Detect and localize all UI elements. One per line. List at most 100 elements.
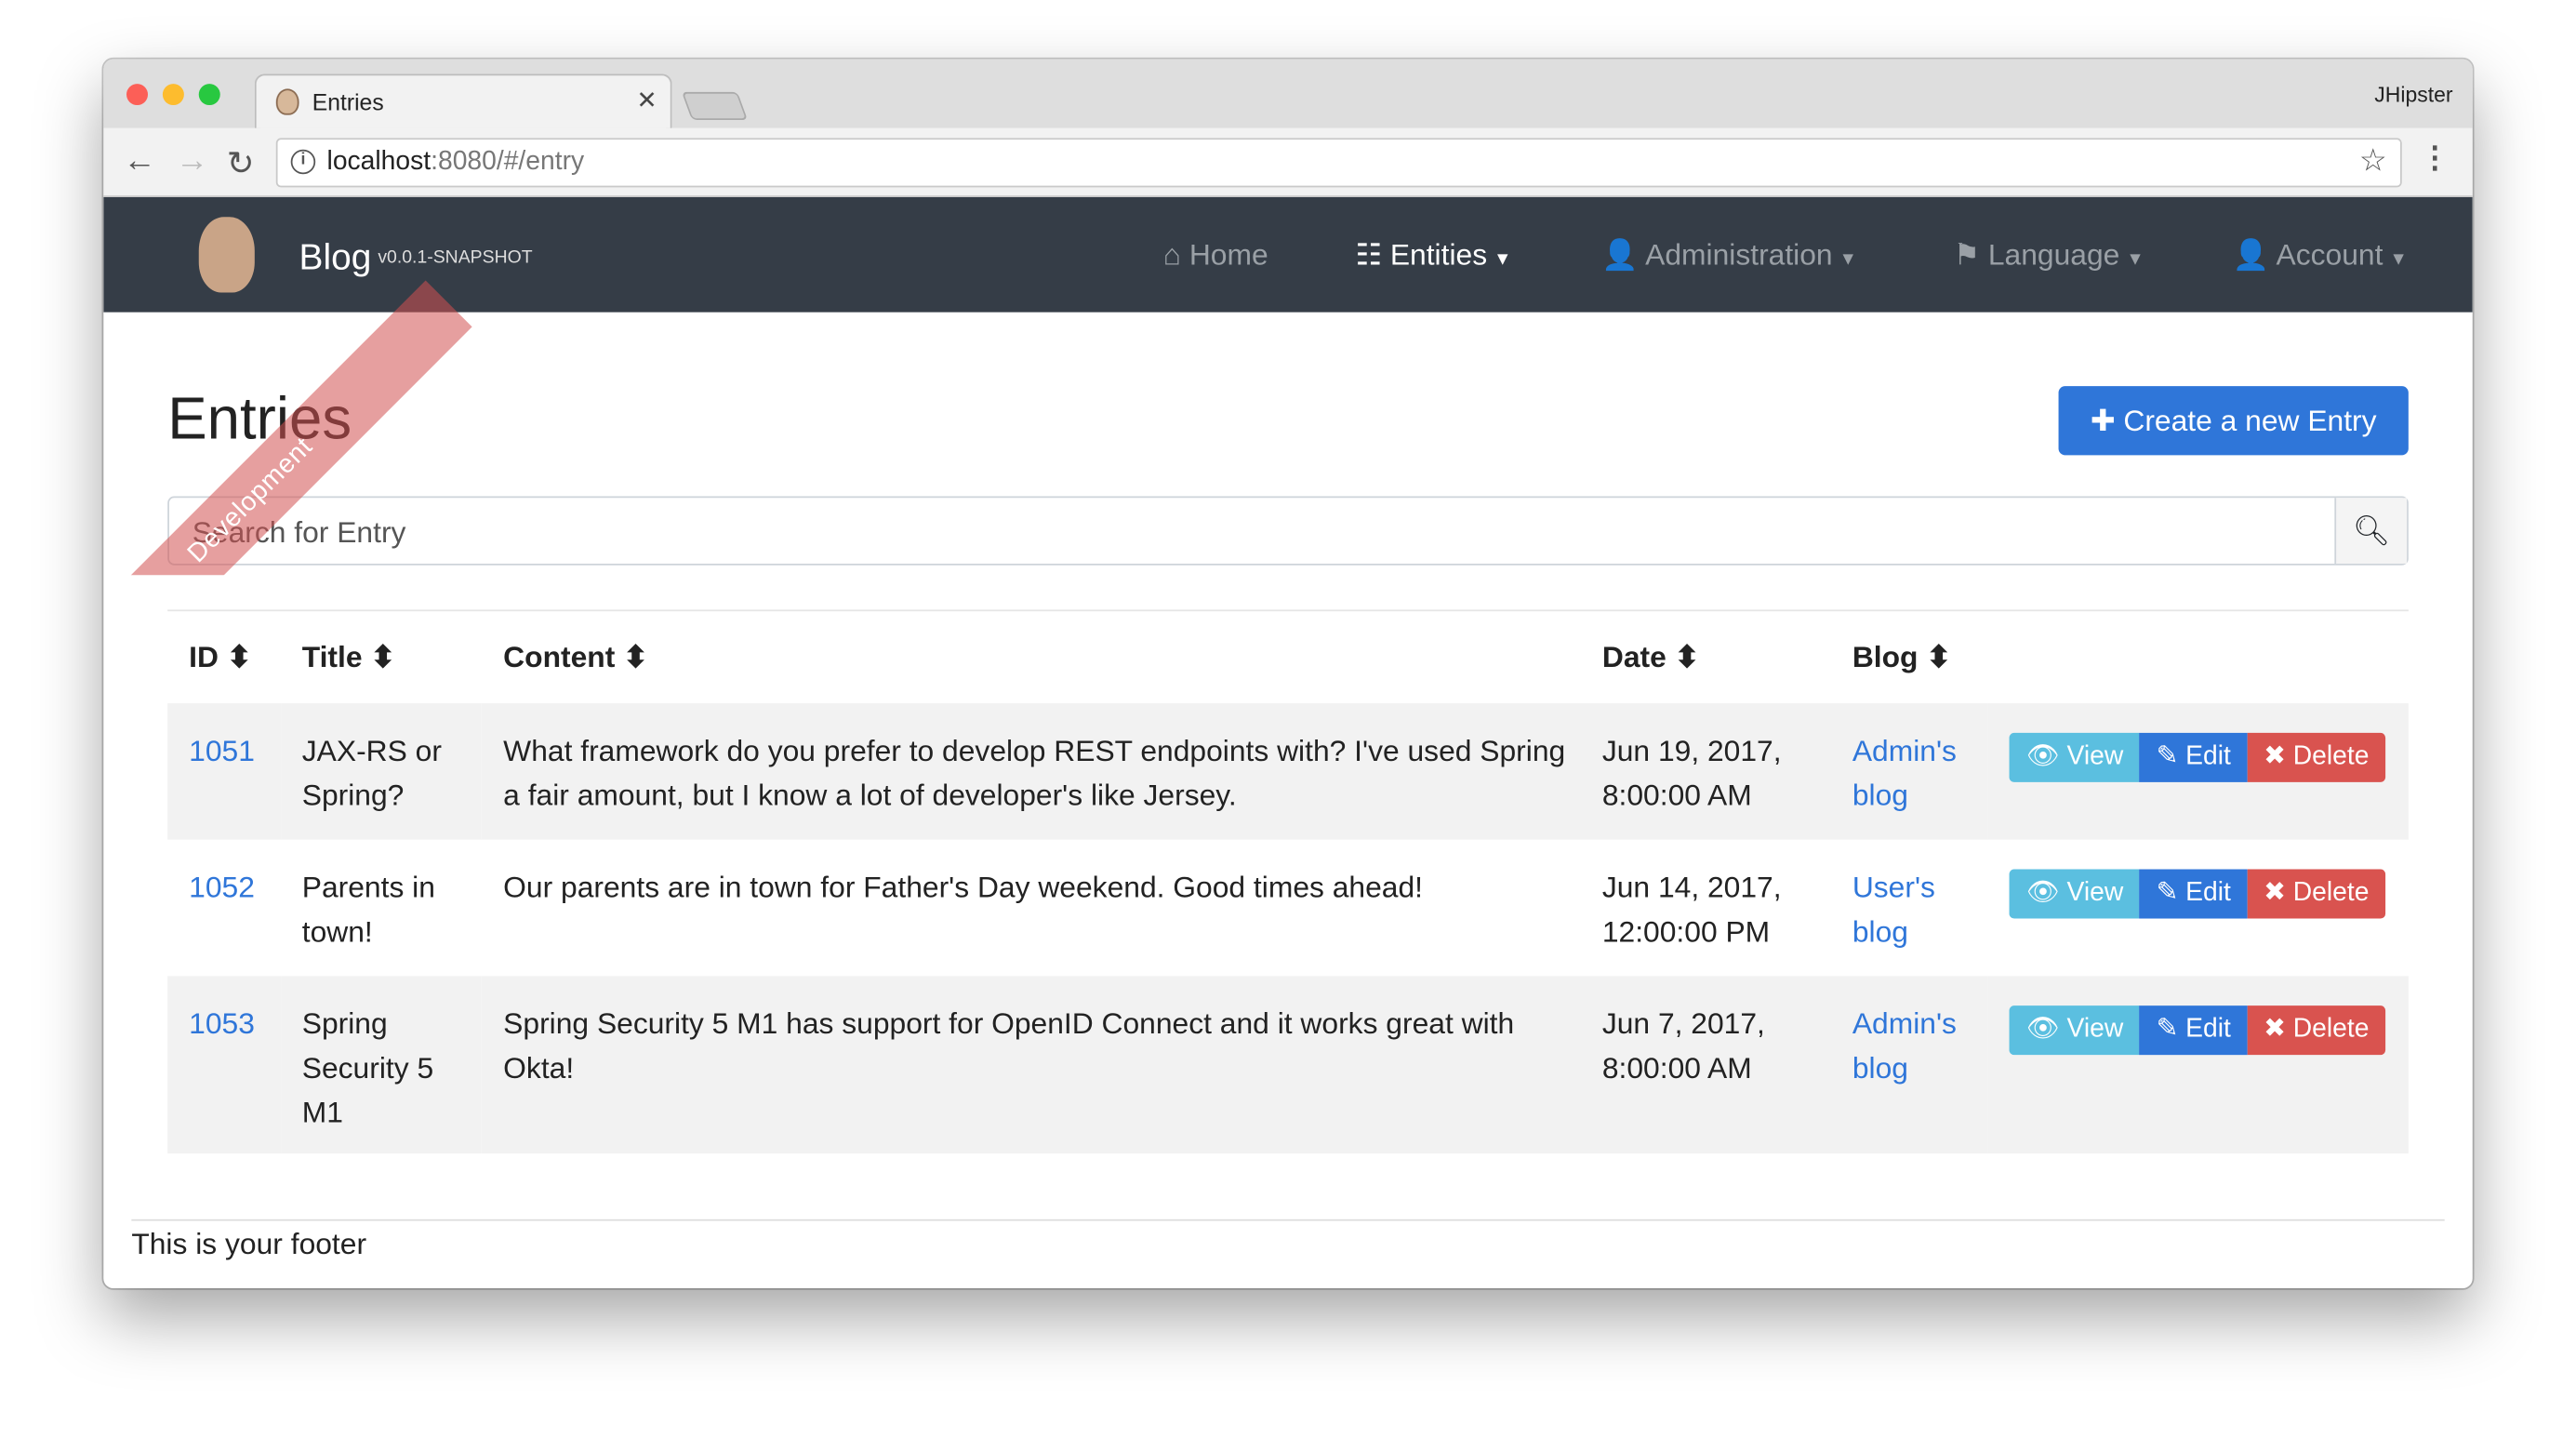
home-icon: ⌂ [1162, 238, 1181, 272]
delete-label: Delete [2292, 879, 2370, 908]
eye-icon: 👁 [2025, 742, 2060, 771]
jhipster-logo-icon[interactable] [198, 217, 255, 293]
flag-icon: ⚑ [1953, 238, 1981, 272]
minimize-window-button[interactable] [162, 84, 184, 106]
nav-entities-label: Entities [1389, 238, 1488, 272]
header-id[interactable]: ID ⬍ [167, 624, 281, 703]
forward-arrow-icon[interactable]: → [176, 143, 208, 181]
view-label: View [2066, 742, 2124, 771]
entry-content: Our parents are in town for Father's Day… [503, 871, 1424, 904]
edit-label: Edit [2185, 879, 2231, 908]
plus-icon: ✚ [2090, 404, 2116, 437]
header-blog[interactable]: Blog ⬍ [1831, 624, 1988, 703]
jhipster-favicon-icon [275, 88, 299, 115]
entry-blog-link[interactable]: Admin's blog [1852, 1007, 1957, 1085]
delete-button[interactable]: ✖ Delete [2247, 732, 2386, 782]
entries-table: ID ⬍ Title ⬍ Content ⬍ Date ⬍ Blog ⬍ 105… [167, 624, 2409, 1154]
entry-title: JAX-RS or Spring? [301, 734, 442, 812]
back-arrow-icon[interactable]: ← [123, 143, 155, 181]
list-icon: ☷ [1355, 238, 1382, 272]
url-host: localhost [326, 147, 432, 177]
entry-id-link[interactable]: 1051 [189, 735, 255, 767]
create-entry-label: Create a new Entry [2123, 404, 2377, 437]
view-label: View [2066, 879, 2124, 908]
entry-date: Jun 14, 2017, 12:00:00 PM [1601, 871, 1782, 949]
header-actions [1988, 624, 2409, 703]
create-entry-button[interactable]: ✚ Create a new Entry [2058, 386, 2409, 456]
entry-content: What framework do you prefer to develop … [503, 734, 1566, 812]
table-row: 1051 JAX-RS or Spring? What framework do… [167, 703, 2409, 840]
bookmark-star-icon[interactable]: ☆ [2359, 143, 2387, 181]
profile-name[interactable]: JHipster [2374, 82, 2452, 106]
sort-icon: ⬍ [226, 640, 252, 674]
close-tab-icon[interactable]: ✕ [636, 86, 657, 115]
header-content[interactable]: Content ⬍ [482, 624, 1581, 703]
version-label: v0.0.1-SNAPSHOT [378, 247, 533, 268]
nav-account[interactable]: 👤 Account ▼ [2233, 238, 2408, 273]
tab-bar: Entries ✕ JHipster [103, 59, 2473, 128]
search-input[interactable]: Search for Entry 🔍︎ [167, 496, 2409, 566]
nav-home[interactable]: ⌂ Home [1163, 238, 1268, 273]
maximize-window-button[interactable] [198, 84, 220, 106]
tab-title: Entries [312, 88, 384, 115]
search-button[interactable]: 🔍︎ [2334, 498, 2408, 564]
info-icon[interactable]: i [290, 149, 316, 175]
header-label: ID [189, 640, 219, 674]
pencil-icon: ✎ [2156, 1015, 2179, 1044]
brand-title[interactable]: Blog [299, 236, 372, 279]
reload-icon[interactable]: ↻ [227, 143, 255, 184]
footer-divider [131, 1218, 2445, 1221]
view-button[interactable]: 👁 View [2010, 732, 2140, 782]
sort-icon: ⬍ [370, 640, 396, 674]
new-tab-button[interactable] [681, 91, 748, 120]
view-button[interactable]: 👁 View [2010, 1005, 2140, 1056]
header-label: Blog [1852, 640, 1919, 674]
x-icon: ✖ [2264, 879, 2286, 908]
nav-entities[interactable]: ☷ Entities ▼ [1355, 238, 1511, 273]
entry-blog-link[interactable]: Admin's blog [1852, 735, 1957, 812]
view-button[interactable]: 👁 View [2010, 869, 2140, 919]
header-label: Title [301, 640, 363, 674]
nav-language-label: Language [1987, 238, 2120, 272]
edit-label: Edit [2185, 742, 2231, 771]
nav-administration[interactable]: 👤 Administration ▼ [1601, 238, 1856, 273]
navbar: Blog v0.0.1-SNAPSHOT ⌂ Home ☷ Entities ▼ … [103, 196, 2473, 313]
edit-button[interactable]: ✎ Edit [2139, 1005, 2248, 1056]
edit-label: Edit [2185, 1015, 2231, 1044]
header-title[interactable]: Title ⬍ [281, 624, 482, 703]
edit-button[interactable]: ✎ Edit [2139, 869, 2248, 919]
browser-menu-icon[interactable]: ⋮ [2420, 141, 2450, 176]
pencil-icon: ✎ [2156, 742, 2179, 771]
nav-account-label: Account [2276, 238, 2383, 272]
address-toolbar: ← → ↻ i localhost:8080/#/entry ☆ ⋮ [103, 127, 2473, 197]
entry-id-link[interactable]: 1053 [189, 1007, 255, 1040]
entry-id-link[interactable]: 1052 [189, 871, 255, 903]
nav-language[interactable]: ⚑ Language ▼ [1953, 238, 2144, 273]
delete-label: Delete [2292, 742, 2370, 771]
url-bar[interactable]: i localhost:8080/#/entry ☆ [275, 138, 2402, 188]
page-title: Entries [167, 384, 352, 452]
close-window-button[interactable] [126, 84, 148, 106]
edit-button[interactable]: ✎ Edit [2139, 732, 2248, 782]
eye-icon: 👁 [2025, 1015, 2060, 1044]
header-date[interactable]: Date ⬍ [1581, 624, 1831, 703]
sort-icon: ⬍ [623, 640, 648, 674]
delete-button[interactable]: ✖ Delete [2247, 869, 2386, 919]
divider [167, 609, 2409, 612]
browser-tab[interactable]: Entries ✕ [254, 73, 672, 128]
entry-content: Spring Security 5 M1 has support for Ope… [503, 1006, 1515, 1085]
caret-down-icon: ▼ [1494, 249, 1512, 270]
footer-text: This is your footer [131, 1227, 367, 1260]
x-icon: ✖ [2264, 1015, 2286, 1044]
header-label: Content [503, 640, 616, 674]
view-label: View [2066, 1015, 2124, 1044]
header-label: Date [1601, 640, 1666, 674]
nav-administration-label: Administration [1645, 238, 1833, 272]
entry-date: Jun 7, 2017, 8:00:00 AM [1601, 1006, 1765, 1085]
table-row: 1052 Parents in town! Our parents are in… [167, 840, 2409, 977]
entry-blog-link[interactable]: User's blog [1852, 871, 1935, 948]
search-icon: 🔍︎ [2352, 513, 2391, 548]
entry-date: Jun 19, 2017, 8:00:00 AM [1601, 734, 1782, 812]
table-row: 1053 Spring Security 5 M1 Spring Securit… [167, 976, 2409, 1154]
delete-button[interactable]: ✖ Delete [2247, 1005, 2386, 1056]
